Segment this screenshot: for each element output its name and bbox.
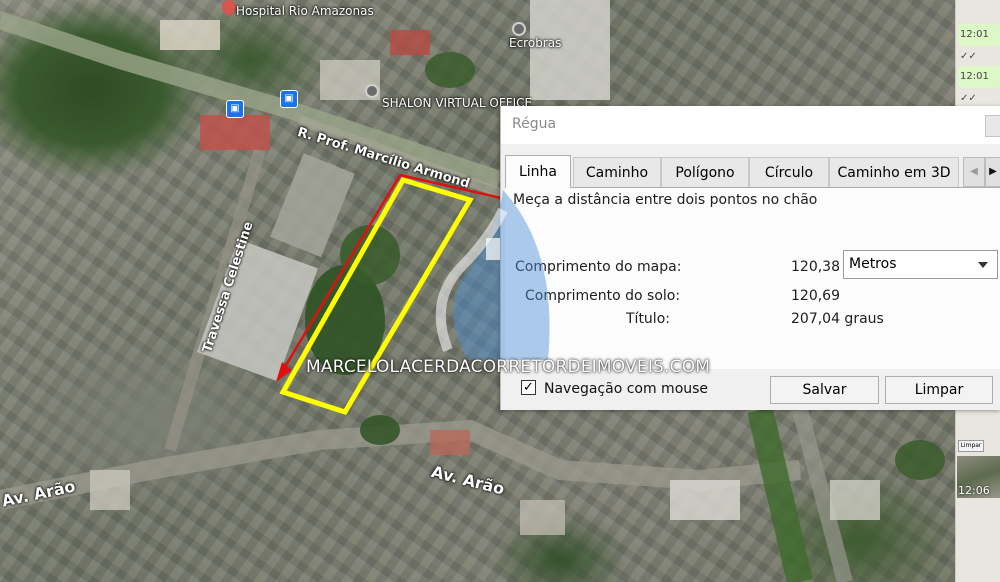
shalon-pin-icon[interactable] <box>365 84 379 98</box>
map-length-value: 120,38 <box>791 259 840 275</box>
watermark-logo <box>435 190 550 360</box>
tab-poligono[interactable]: Polígono <box>661 157 749 187</box>
chat-time: 12:01 <box>960 29 989 40</box>
chat-mini-clear-button[interactable]: Limpar <box>958 440 984 452</box>
heading-value: 207,04 graus <box>791 311 884 327</box>
chat-time: 12:06 <box>958 484 990 497</box>
store-pin-icon[interactable] <box>512 22 526 36</box>
mouse-nav-checkbox[interactable]: ✓ <box>521 380 536 395</box>
chat-message[interactable]: 12:01 ✓✓ <box>958 24 1000 62</box>
chevron-down-icon <box>978 262 988 268</box>
tab-caminho[interactable]: Caminho <box>573 157 661 187</box>
bus-stop-icon[interactable]: ▣ <box>226 100 244 118</box>
units-select-value: Metros <box>849 256 897 272</box>
watermark-text: MARCELOLACERDACORRETORDEIMOVEIS.COM <box>306 357 711 377</box>
bus-stop-icon[interactable]: ▣ <box>280 90 298 108</box>
save-button-label: Salvar <box>802 382 847 398</box>
units-select[interactable]: Metros <box>843 250 998 279</box>
ground-length-value: 120,69 <box>791 288 840 304</box>
tab-caminho-3d[interactable]: Caminho em 3D <box>829 157 959 187</box>
dialog-title: Régua <box>512 116 557 132</box>
dialog-titlebar[interactable]: Régua <box>501 106 1000 144</box>
clear-button-label: Limpar <box>914 382 964 398</box>
tab-bar: Linha Caminho Polígono Círculo Caminho e… <box>505 155 1000 188</box>
chat-time: 12:01 <box>960 71 989 82</box>
tab-scroll-right-icon[interactable]: ▶ <box>985 157 1000 187</box>
hospital-label: Hospital Rio Amazonas <box>236 4 374 18</box>
tab-linha[interactable]: Linha <box>505 155 571 188</box>
tab-scroll-left-icon[interactable]: ◀ <box>963 157 985 187</box>
store-label: Ecrobras <box>509 36 562 50</box>
close-icon[interactable] <box>985 115 1000 137</box>
mouse-nav-label: Navegação com mouse <box>544 381 709 397</box>
save-button[interactable]: Salvar <box>770 376 879 404</box>
clear-button[interactable]: Limpar <box>885 376 993 404</box>
tab-circulo[interactable]: Círculo <box>749 157 829 187</box>
heading-label: Título: <box>626 311 670 327</box>
chat-message[interactable]: 12:01 ✓✓ <box>958 66 1000 104</box>
